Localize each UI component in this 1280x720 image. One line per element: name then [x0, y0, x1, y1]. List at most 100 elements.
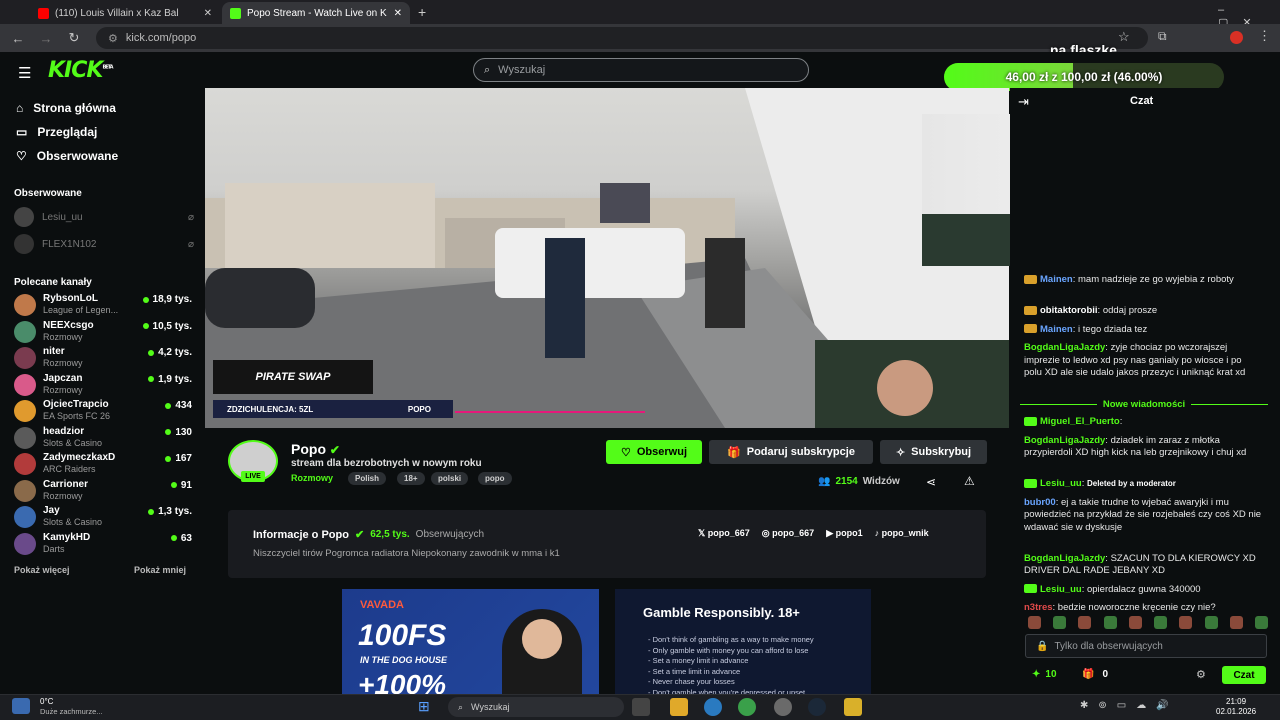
gifts-balance[interactable]: 🎁 0 — [1082, 669, 1108, 680]
show-less-link[interactable]: Pokaż mniej — [134, 565, 186, 575]
sidebar-channel-1[interactable]: NEEXcsgo Rozmowy 10,5 tys. — [14, 319, 194, 343]
task-view-icon[interactable] — [632, 698, 650, 716]
hamburger-menu-icon[interactable]: ☰ — [18, 64, 31, 82]
ad-banner-responsible-gambling[interactable]: Gamble Responsibly. 18+ - Don't think of… — [615, 589, 871, 694]
chat-username[interactable]: Miguel_El_Puerto — [1040, 416, 1120, 427]
chat-input[interactable]: 🔒 Tylko dla obserwujących — [1025, 634, 1267, 658]
back-icon[interactable]: ← — [8, 28, 28, 48]
sidebar-channel-0[interactable]: RybsonLoL League of Legen... 18,9 tys. — [14, 292, 194, 316]
url-field[interactable]: ⚙ kick.com/popo — [96, 27, 1148, 49]
sidebar-channel-9[interactable]: KamykHD Darts 63 — [14, 531, 194, 555]
video-player[interactable]: PIRATE SWAP ZDZICHULENCJA: 5ZL POPO — [205, 88, 1009, 428]
extensions-icon[interactable]: ⧉ — [1158, 29, 1167, 44]
sidebar-item-home[interactable]: ⌂ Strona główna — [16, 98, 116, 118]
chat-message[interactable]: Lesiu_uu: Deleted by a moderator — [1024, 478, 1262, 491]
tag[interactable]: Polish — [348, 472, 387, 485]
chat-username[interactable]: Lesiu_uu — [1040, 584, 1082, 595]
chat-message[interactable]: BogdanLigaJazdy: dziadek im zaraz z młot… — [1024, 435, 1262, 460]
browser-tab-youtube[interactable]: (110) Louis Villain x Kaz Bal ✕ — [30, 2, 220, 24]
close-icon[interactable]: ✕ — [204, 8, 212, 19]
collapse-chat-icon[interactable]: ⇥ — [1018, 94, 1029, 110]
browser-tab-kick[interactable]: Popo Stream - Watch Live on K ✕ — [222, 2, 410, 24]
stream-category[interactable]: Rozmowy — [291, 473, 333, 483]
emote-icon[interactable] — [1078, 616, 1092, 629]
chat-username[interactable]: bubr00 — [1024, 497, 1056, 508]
follow-button[interactable]: ♡ Obserwuj — [606, 440, 702, 464]
chat-username[interactable]: BogdanLigaJazdy — [1024, 342, 1105, 353]
chat-message[interactable]: Lesiu_uu: opierdalacz guwna 340000 — [1024, 584, 1262, 597]
reload-icon[interactable]: ↻ — [64, 28, 84, 48]
chat-settings-icon[interactable]: ⚙ — [1196, 668, 1206, 681]
chat-username[interactable]: obitaktorobii — [1040, 305, 1098, 316]
tag[interactable]: 18+ — [397, 472, 425, 485]
emote-icon[interactable] — [1154, 616, 1168, 629]
chat-message[interactable]: BogdanLigaJazdy: zyje chociaz po wczoraj… — [1024, 342, 1262, 380]
followed-channel[interactable]: FLEX1N102 ⌀ — [14, 234, 194, 254]
chat-message[interactable]: BogdanLigaJazdy: SZACUN TO DLA KIEROWCY … — [1024, 553, 1262, 578]
sidebar-item-following[interactable]: ♡ Obserwowane — [16, 146, 118, 166]
taskbar-search[interactable]: ⌕ Wyszukaj — [448, 697, 624, 717]
sidebar-channel-8[interactable]: Jay Slots & Casino 1,3 tys. — [14, 504, 194, 528]
forward-icon[interactable]: → — [36, 28, 56, 48]
emote-icon[interactable] — [1028, 616, 1041, 629]
chat-message[interactable]: bubr00: ej a takie trudne to wjebać awar… — [1024, 497, 1262, 535]
app-icon[interactable] — [844, 698, 862, 716]
sidebar-item-browse[interactable]: ▭ Przeglądaj — [16, 122, 97, 142]
gift-subs-button[interactable]: 🎁 Podaruj subskrypcje — [709, 440, 873, 464]
chrome-icon[interactable] — [738, 698, 756, 716]
social-link-youtube[interactable]: ▶ popo1 — [826, 528, 862, 539]
weather-icon[interactable] — [12, 698, 30, 714]
chat-message[interactable]: Mainen: mam nadzieje ze go wyjebia z rob… — [1024, 274, 1262, 287]
sidebar-channel-3[interactable]: Japczan Rozmowy 1,9 tys. — [14, 372, 194, 396]
emote-icon[interactable] — [1053, 616, 1067, 629]
chat-username[interactable]: Mainen — [1040, 324, 1073, 335]
chat-username[interactable]: BogdanLigaJazdy — [1024, 553, 1105, 564]
subscribe-button[interactable]: ✧ Subskrybuj — [880, 440, 987, 464]
chat-message[interactable]: Miguel_El_Puerto: — [1024, 416, 1262, 429]
edge-icon[interactable] — [704, 698, 722, 716]
chat-username[interactable]: BogdanLigaJazdy — [1024, 435, 1105, 446]
site-info-icon[interactable]: ⚙ — [108, 32, 118, 45]
ad-banner-casino[interactable]: VAVADA 100FS IN THE DOG HOUSE +100% — [342, 589, 599, 694]
emote-icon[interactable] — [1128, 616, 1142, 629]
chat-message[interactable]: Mainen: i tego dziada tez — [1024, 324, 1262, 337]
profile-avatar[interactable] — [1230, 31, 1243, 44]
close-icon[interactable]: ✕ — [394, 8, 402, 19]
followed-channel[interactable]: Lesiu_uu ⌀ — [14, 207, 194, 227]
sidebar-channel-2[interactable]: niter Rozmowy 4,2 tys. — [14, 345, 194, 369]
emote-icon[interactable] — [1103, 616, 1117, 629]
streamer-name[interactable]: Popo ✔ — [291, 441, 340, 457]
kick-logo[interactable]: KICKBETA — [48, 58, 114, 83]
file-explorer-icon[interactable] — [670, 698, 688, 716]
chat-message[interactable]: obitaktorobii: oddaj prosze — [1024, 305, 1262, 318]
show-more-link[interactable]: Pokaż więcej — [14, 565, 70, 575]
emote-icon[interactable] — [1229, 616, 1243, 629]
social-link-instagram[interactable]: ◎ popo_667 — [762, 528, 814, 539]
report-icon[interactable]: ⚠ — [964, 474, 975, 488]
emote-icon[interactable] — [1254, 616, 1268, 629]
send-chat-button[interactable]: Czat — [1222, 666, 1266, 684]
sidebar-channel-6[interactable]: ZadymeczkaxD ARC Raiders 167 — [14, 451, 194, 475]
windows-start-icon[interactable]: ⊞ — [418, 698, 430, 715]
chat-username[interactable]: Lesiu_uu — [1040, 478, 1082, 489]
tag[interactable]: polski — [431, 472, 469, 485]
menu-icon[interactable]: ⋮ — [1258, 28, 1271, 44]
kicks-balance[interactable]: ✦ 10 — [1032, 669, 1057, 680]
app-icon[interactable] — [774, 698, 792, 716]
tag[interactable]: popo — [478, 472, 512, 485]
social-link-x[interactable]: 𝕏 popo_667 — [698, 528, 750, 539]
sidebar-channel-7[interactable]: Carrioner Rozmowy 91 — [14, 478, 194, 502]
sidebar-channel-4[interactable]: OjciecTrapcio EA Sports FC 26 434 — [14, 398, 194, 422]
chat-username[interactable]: n3tres — [1024, 602, 1053, 613]
chat-message[interactable]: n3tres: bedzie noworoczne kręcenie czy n… — [1024, 602, 1262, 615]
sidebar-channel-5[interactable]: headzior Slots & Casino 130 — [14, 425, 194, 449]
emote-icon[interactable] — [1179, 616, 1193, 629]
chat-username[interactable]: Mainen — [1040, 274, 1073, 285]
emote-icon[interactable] — [1204, 616, 1218, 629]
social-link-tiktok[interactable]: ♪ popo_wnik — [875, 528, 929, 539]
new-tab-icon[interactable]: + — [418, 4, 426, 20]
system-tray-icons[interactable]: ✱⊚▭☁🔊 — [1080, 700, 1179, 711]
steam-icon[interactable] — [808, 698, 826, 716]
share-icon[interactable]: ⋖ — [926, 475, 936, 489]
search-input[interactable]: ⌕ Wyszukaj — [473, 58, 809, 82]
